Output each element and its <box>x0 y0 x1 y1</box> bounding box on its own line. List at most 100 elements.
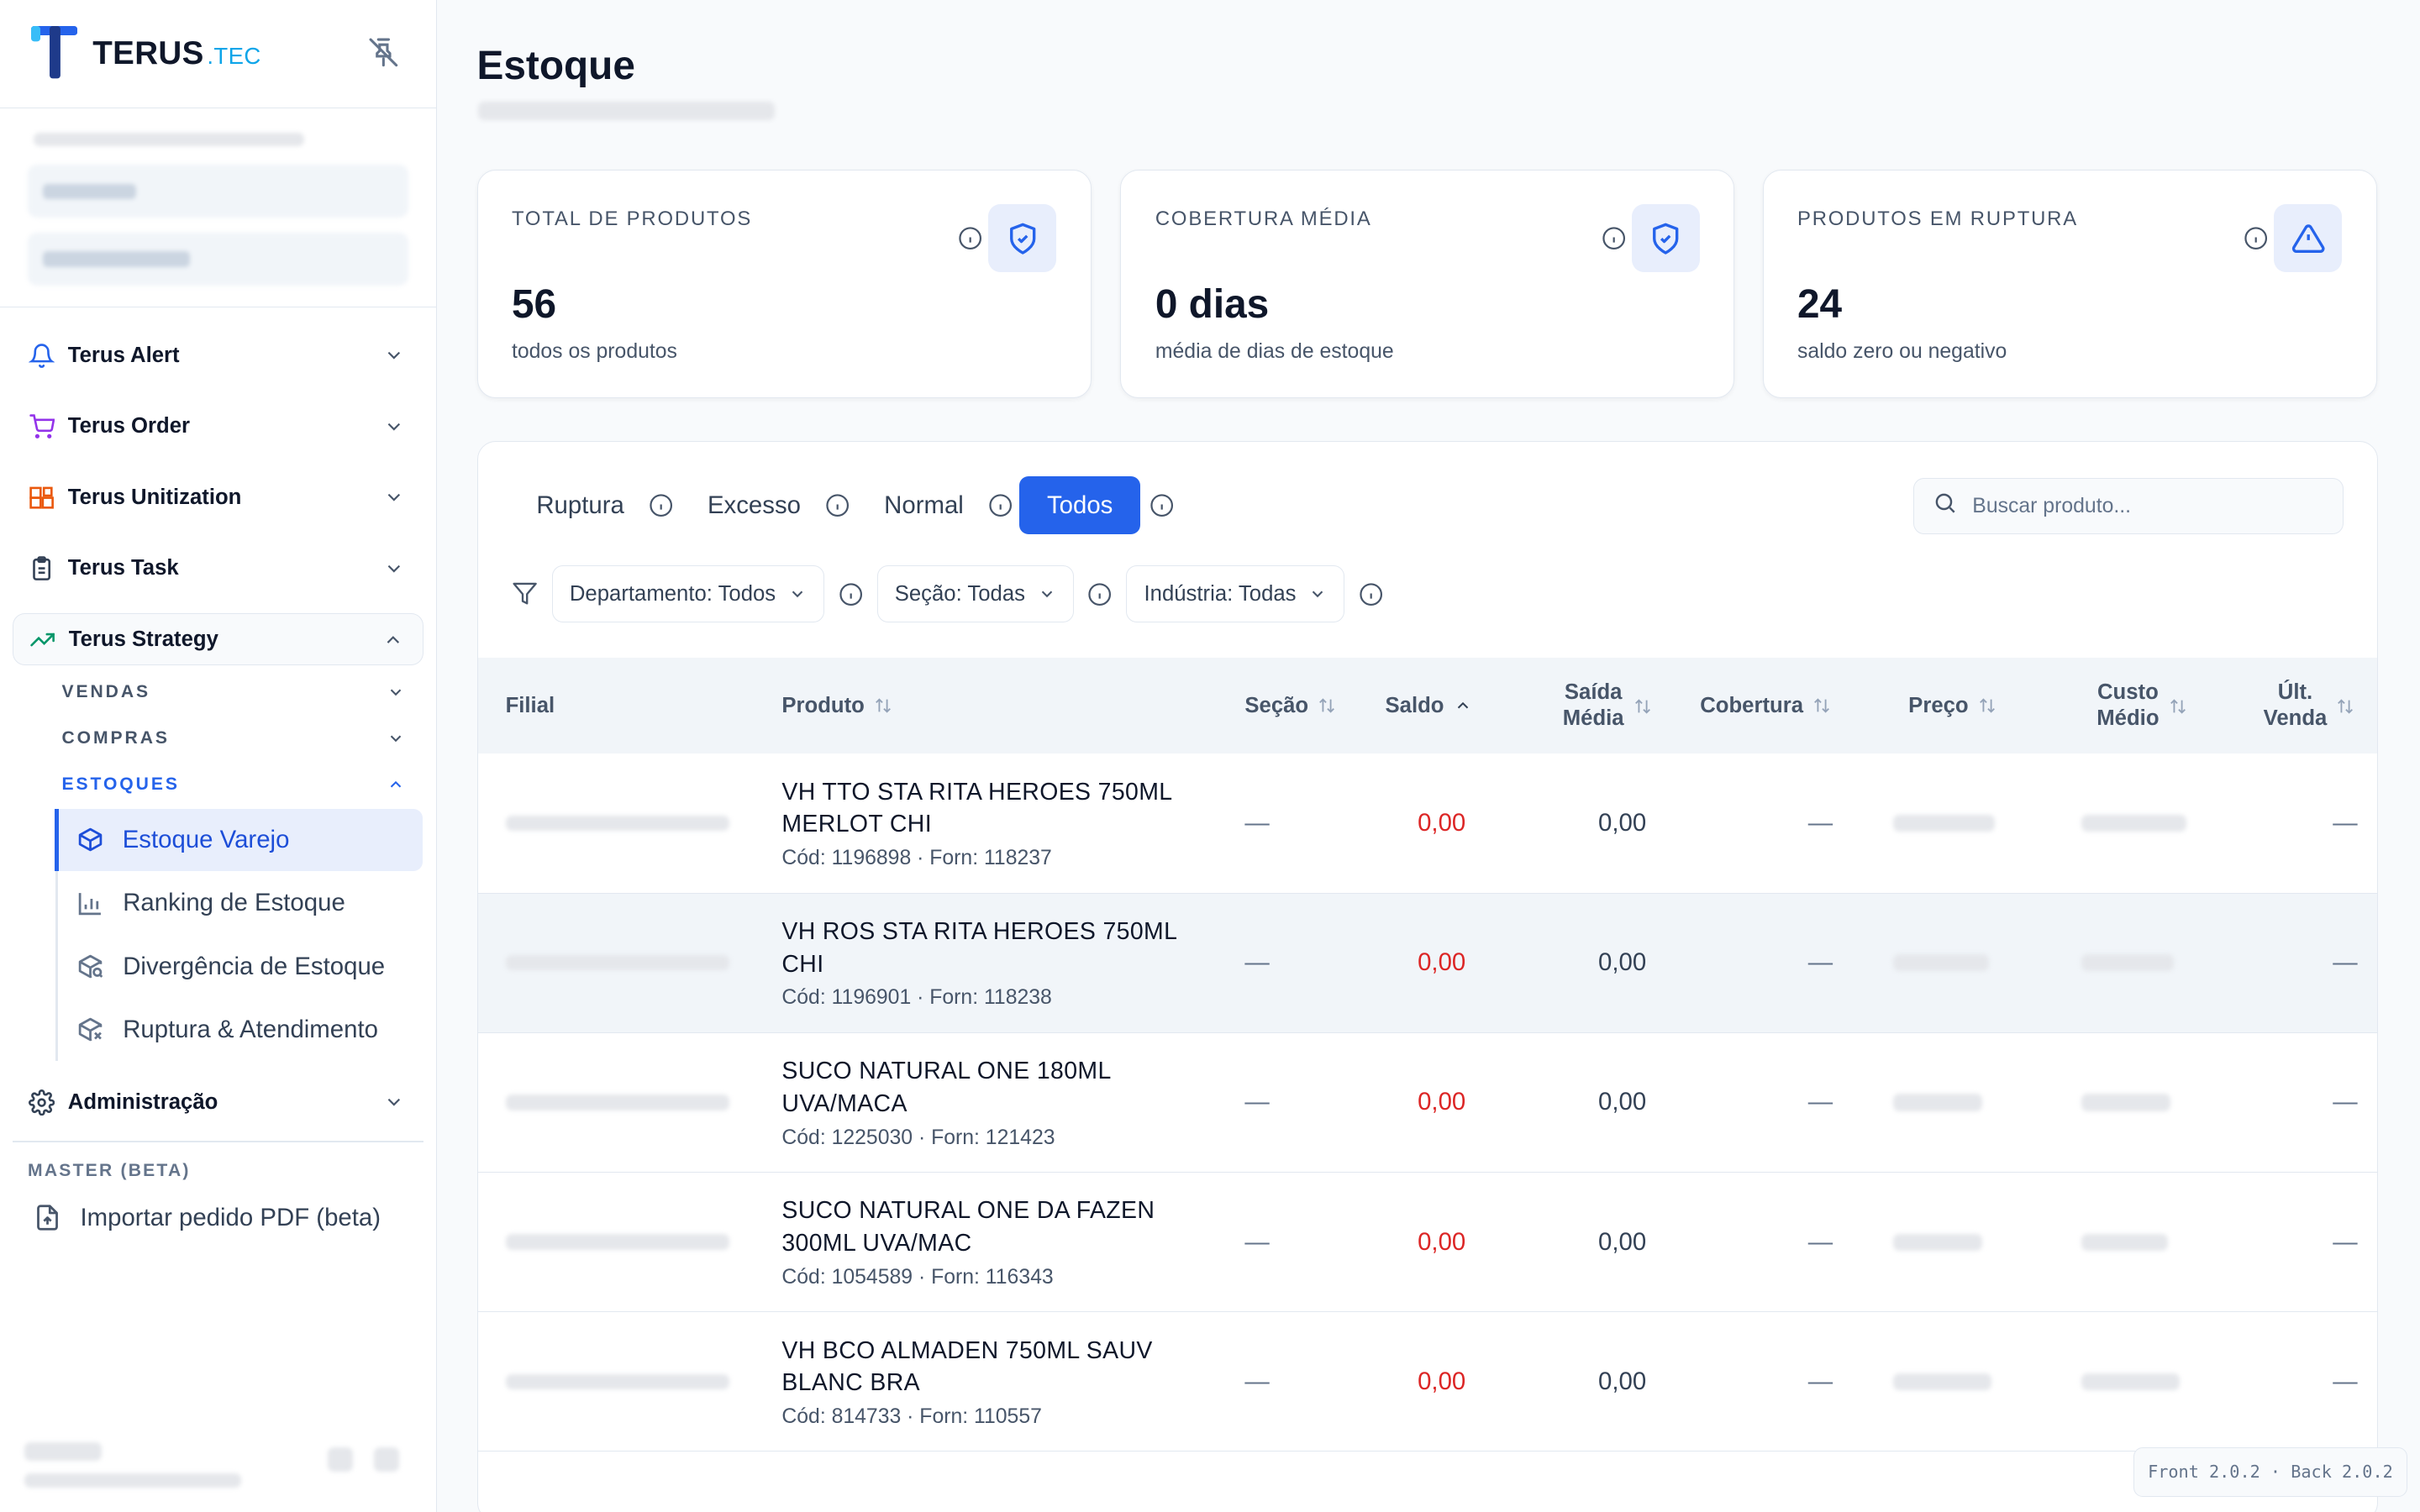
section-vendas[interactable]: VENDAS <box>46 669 424 715</box>
section-compras[interactable]: COMPRAS <box>46 715 424 761</box>
store-select-redacted[interactable] <box>28 165 408 218</box>
col-saldo[interactable]: Saldo <box>1386 658 1469 753</box>
info-icon[interactable] <box>649 493 673 517</box>
col-label: Produto <box>781 693 865 717</box>
col-ult-venda[interactable]: Últ. Venda <box>2264 658 2354 753</box>
chevron-down-icon <box>788 585 807 603</box>
col-secao[interactable]: Seção <box>1244 658 1335 753</box>
search-box <box>1912 477 2344 535</box>
cell-preco-redacted <box>1892 1033 1983 1172</box>
table-row[interactable]: SUCO NATURAL ONE DA FAZEN 300ML UVA/MAC Có… <box>477 1173 2378 1313</box>
app-root: TERUS .TEC Terus Alert Terus Order Terus… <box>0 0 2420 1512</box>
chevron-down-icon <box>387 683 405 701</box>
col-label-line: Médio <box>2096 706 2160 731</box>
product-name: SUCO NATURAL ONE DA FAZEN 300ML UVA/MAC <box>781 1194 1155 1259</box>
card-value: 56 <box>511 282 557 328</box>
product-name: VH BCO ALMADEN 750ML SAUV BLANC BRA <box>781 1335 1152 1399</box>
search-input[interactable] <box>1972 494 2312 518</box>
cell-ult-venda: — <box>2333 1367 2358 1395</box>
bar-chart-icon <box>76 890 104 917</box>
cell-filial-redacted <box>505 1173 729 1311</box>
departamento-filter[interactable]: Departamento: Todos <box>551 565 825 623</box>
trending-up-icon <box>29 626 56 654</box>
nav-terus-order[interactable]: Terus Order <box>13 401 424 453</box>
table-row[interactable]: VH TTO STA RITA HEROES 750ML MERLOT CHI Có… <box>477 753 2378 894</box>
unpin-sidebar-icon[interactable] <box>368 37 402 71</box>
package-search-icon <box>76 953 104 980</box>
info-icon[interactable] <box>1150 493 1174 517</box>
nav-label: Terus Unitization <box>67 485 242 509</box>
nav-terus-alert[interactable]: Terus Alert <box>13 329 424 381</box>
tab-ruptura[interactable]: Ruptura <box>515 476 646 535</box>
sidebar: TERUS .TEC Terus Alert Terus Order Terus… <box>0 0 437 1512</box>
tab-normal[interactable]: Normal <box>862 476 985 535</box>
shield-check-icon <box>988 204 1057 273</box>
brand-name: TERUS .TEC <box>92 34 261 71</box>
chevron-down-icon <box>383 1091 405 1113</box>
chevron-down-icon <box>383 558 405 580</box>
nav-terus-unitization[interactable]: Terus Unitization <box>13 471 424 523</box>
product-name-line: VH ROS STA RITA HEROES 750ML <box>781 917 1178 945</box>
section-label: COMPRAS <box>61 727 170 748</box>
section-estoques[interactable]: ESTOQUES <box>46 761 424 807</box>
user-actions-redacted <box>328 1446 399 1473</box>
nav-label: Terus Alert <box>67 343 180 367</box>
boxes-icon <box>28 484 55 512</box>
item-label: Ruptura & Atendimento <box>123 1015 378 1043</box>
info-icon[interactable] <box>1602 226 1626 250</box>
package-x-icon <box>76 1016 104 1043</box>
search-icon <box>1933 491 1957 522</box>
sidebar-item-estoque-varejo[interactable]: Estoque Varejo <box>55 809 423 871</box>
kpi-card-cobertura-media: COBERTURA MÉDIA 0 dias média de dias de … <box>1120 170 1735 398</box>
info-icon[interactable] <box>1087 582 1112 606</box>
clipboard-icon <box>28 554 55 582</box>
nav-terus-task[interactable]: Terus Task <box>13 543 424 595</box>
info-icon[interactable] <box>825 493 850 517</box>
col-produto[interactable]: Produto <box>781 658 891 753</box>
cell-saldo: 0,00 <box>1418 948 1466 977</box>
cell-produto: SUCO NATURAL ONE DA FAZEN 300ML UVA/MAC Có… <box>781 1173 1155 1311</box>
branch-select-redacted[interactable] <box>28 233 408 286</box>
sidebar-item-divergencia-estoque[interactable]: Divergência de Estoque <box>58 936 424 997</box>
card-label: COBERTURA MÉDIA <box>1155 207 1372 231</box>
secao-filter[interactable]: Seção: Todas <box>876 565 1074 623</box>
section-label: VENDAS <box>61 681 151 701</box>
nav-terus-strategy[interactable]: Terus Strategy <box>12 613 424 666</box>
product-name-line: UVA/MACA <box>781 1089 908 1117</box>
table-row[interactable]: VH BCO ALMADEN 750ML SAUV BLANC BRA Cód: 8… <box>477 1312 2378 1452</box>
shield-check-icon <box>1632 204 1701 273</box>
table-row[interactable]: VH ROS STA RITA HEROES 750ML CHI Cód: 1196… <box>477 893 2378 1033</box>
page-subtitle-redacted <box>478 102 776 121</box>
info-icon[interactable] <box>958 226 982 250</box>
cell-produto: VH TTO STA RITA HEROES 750ML MERLOT CHI Có… <box>781 753 1172 892</box>
logo-row: TERUS .TEC <box>0 0 436 108</box>
cell-cobertura: — <box>1807 808 1833 837</box>
cell-ult-venda: — <box>2333 1088 2358 1116</box>
nav-administracao[interactable]: Administração <box>13 1076 424 1128</box>
version-badge: Front 2.0.2 · Back 2.0.2 <box>2133 1446 2408 1497</box>
info-icon[interactable] <box>1359 582 1383 606</box>
kpi-card-produtos-ruptura: PRODUTOS EM RUPTURA 24 saldo zero ou neg… <box>1762 170 2377 398</box>
info-icon[interactable] <box>839 582 863 606</box>
col-preco[interactable]: Preço <box>1908 658 1995 753</box>
status-tabs: Ruptura Excesso Normal Todos <box>515 475 1187 535</box>
table-row[interactable]: SUCO NATURAL ONE 180ML UVA/MACA Cód: 12250… <box>477 1033 2378 1173</box>
col-label: Preço <box>1908 693 1969 717</box>
sidebar-item-ranking-estoque[interactable]: Ranking de Estoque <box>58 873 424 934</box>
info-icon[interactable] <box>988 493 1013 517</box>
cell-filial-redacted <box>505 1033 729 1172</box>
industria-filter[interactable]: Indústria: Todas <box>1126 565 1345 623</box>
import-pdf-order-item[interactable]: Importar pedido PDF (beta) <box>0 1187 436 1248</box>
col-saida-media[interactable]: Saída Média <box>1563 658 1650 753</box>
tab-todos[interactable]: Todos <box>1018 475 1141 535</box>
tab-excesso[interactable]: Excesso <box>686 476 822 535</box>
col-cobertura[interactable]: Cobertura <box>1700 658 1829 753</box>
sort-icon <box>1634 696 1650 715</box>
card-subtitle: saldo zero ou negativo <box>1797 340 2007 364</box>
sidebar-item-ruptura-atendimento[interactable]: Ruptura & Atendimento <box>58 999 424 1060</box>
chevron-up-icon <box>382 629 404 651</box>
product-name-line: BLANC BRA <box>781 1369 920 1397</box>
cell-saldo: 0,00 <box>1418 808 1466 837</box>
info-icon[interactable] <box>2244 226 2268 250</box>
col-custo-medio[interactable]: Custo Médio <box>2096 658 2186 753</box>
